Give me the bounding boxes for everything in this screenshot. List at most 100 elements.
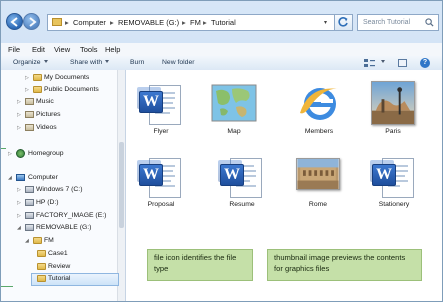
file-name: Proposal xyxy=(147,201,175,208)
file-tile[interactable]: Rome xyxy=(287,152,349,226)
back-arrow-icon xyxy=(10,17,18,27)
file-name: Members xyxy=(304,128,334,135)
pictures-library-icon xyxy=(25,111,34,118)
change-view-icon[interactable] xyxy=(364,59,375,67)
callout-leader-line xyxy=(1,148,6,149)
map-thumbnail xyxy=(210,79,258,127)
forward-arrow-icon xyxy=(29,17,37,27)
word-doc-icon: W xyxy=(137,152,185,200)
nav-item-label: Public Documents xyxy=(44,86,99,93)
new-folder-button[interactable]: New folder xyxy=(162,59,195,66)
drive-icon xyxy=(25,199,34,206)
file-tile[interactable]: W Resume xyxy=(211,152,273,226)
refresh-button[interactable] xyxy=(335,14,353,31)
expand-arrow-icon[interactable]: ▷ xyxy=(17,112,21,118)
forward-button[interactable] xyxy=(23,13,40,30)
file-tile[interactable]: W Stationery xyxy=(363,152,425,226)
menu-bar: File Edit View Tools Help xyxy=(1,43,442,57)
file-name: Map xyxy=(227,128,241,135)
file-tile[interactable]: Paris xyxy=(362,79,424,153)
file-list: W Flyer Map Members Paris W Proposal W R… xyxy=(126,70,442,301)
nav-item-label: Review xyxy=(48,263,71,270)
expand-arrow-icon[interactable]: ▷ xyxy=(17,213,21,219)
breadcrumb-separator: ▸ xyxy=(182,18,186,27)
folder-icon xyxy=(33,74,42,81)
file-tile[interactable]: Members xyxy=(288,79,350,153)
homegroup-icon xyxy=(16,149,25,158)
breadcrumb-tutorial[interactable]: Tutorial xyxy=(211,18,236,27)
command-bar: Organize Share with Burn New folder ? xyxy=(1,56,442,71)
callout-leader-line xyxy=(1,286,13,287)
nav-item-label: Pictures xyxy=(36,111,61,118)
scrollbar-thumb[interactable] xyxy=(119,142,124,228)
search-icon xyxy=(425,18,434,27)
ie-html-icon xyxy=(295,79,343,127)
expand-arrow-icon[interactable]: ▷ xyxy=(25,87,29,93)
menu-view[interactable]: View xyxy=(54,45,70,54)
file-tile[interactable]: W Proposal xyxy=(130,152,192,226)
organize-label: Organize xyxy=(13,59,41,66)
chevron-down-icon xyxy=(43,60,48,63)
view-options-dropdown[interactable] xyxy=(378,59,385,66)
share-with-button[interactable]: Share with xyxy=(70,59,110,66)
videos-library-icon xyxy=(25,124,34,131)
nav-item-tutorial[interactable]: Tutorial xyxy=(31,273,119,286)
back-button[interactable] xyxy=(6,13,23,30)
menu-help[interactable]: Help xyxy=(105,45,120,54)
help-icon[interactable]: ? xyxy=(420,58,430,68)
preview-pane-icon[interactable] xyxy=(398,59,407,67)
nav-item-label: HP (D:) xyxy=(36,199,59,206)
word-doc-icon: W xyxy=(137,79,185,127)
address-bar[interactable]: ▸ Computer ▸ REMOVABLE (G:) ▸ FM ▸ Tutor… xyxy=(47,14,335,31)
paris-photo-thumbnail xyxy=(369,79,417,127)
collapse-arrow-icon[interactable]: ◢ xyxy=(8,175,12,181)
word-doc-icon: W xyxy=(218,152,266,200)
nav-scrollbar[interactable] xyxy=(117,70,125,301)
expand-arrow-icon[interactable]: ▷ xyxy=(17,125,21,131)
file-tile[interactable]: Map xyxy=(203,79,265,153)
organize-button[interactable]: Organize xyxy=(13,59,48,66)
breadcrumb-separator: ▸ xyxy=(65,18,69,27)
nav-item-label: Music xyxy=(36,98,54,105)
collapse-arrow-icon[interactable]: ◢ xyxy=(17,225,21,231)
nav-item-label: Windows 7 (C:) xyxy=(36,186,83,193)
folder-icon xyxy=(37,275,46,282)
drive-icon xyxy=(25,212,34,219)
nav-item-label: My Documents xyxy=(44,74,90,81)
file-name: Paris xyxy=(385,128,401,135)
nav-item-label: Tutorial xyxy=(48,275,71,282)
expand-arrow-icon[interactable]: ▷ xyxy=(17,187,21,193)
search-input[interactable]: Search Tutorial xyxy=(357,14,439,31)
nav-item-label: Case1 xyxy=(48,250,68,257)
menu-tools[interactable]: Tools xyxy=(80,45,98,54)
nav-item-label: FACTORY_IMAGE (E:) xyxy=(36,212,107,219)
file-name: Stationery xyxy=(378,201,410,208)
breadcrumb-removable[interactable]: REMOVABLE (G:) xyxy=(118,18,179,27)
nav-item-label: Videos xyxy=(36,124,57,131)
usb-drive-icon xyxy=(25,224,34,231)
callout-file-icon: file icon identifies the file type xyxy=(147,249,253,281)
address-bar-row: ▸ Computer ▸ REMOVABLE (G:) ▸ FM ▸ Tutor… xyxy=(1,1,442,43)
expand-arrow-icon[interactable]: ▷ xyxy=(8,151,12,157)
expand-arrow-icon[interactable]: ▷ xyxy=(25,75,29,81)
drive-icon xyxy=(25,186,34,193)
breadcrumb-computer[interactable]: Computer xyxy=(73,18,106,27)
menu-file[interactable]: File xyxy=(8,45,20,54)
expand-arrow-icon[interactable]: ▷ xyxy=(17,99,21,105)
menu-edit[interactable]: Edit xyxy=(32,45,45,54)
breadcrumb-separator: ▸ xyxy=(203,18,207,27)
chevron-down-icon xyxy=(381,60,385,63)
breadcrumb-separator: ▸ xyxy=(110,18,114,27)
expand-arrow-icon[interactable]: ▷ xyxy=(17,200,21,206)
nav-item-label: FM xyxy=(44,237,54,244)
file-tile[interactable]: W Flyer xyxy=(130,79,192,153)
breadcrumb-fm[interactable]: FM xyxy=(190,18,201,27)
nav-item-label: REMOVABLE (G:) xyxy=(36,224,92,231)
collapse-arrow-icon[interactable]: ◢ xyxy=(25,238,29,244)
folder-icon xyxy=(33,237,42,244)
history-dropdown-icon[interactable]: ▾ xyxy=(324,19,327,26)
share-with-label: Share with xyxy=(70,59,103,66)
burn-button[interactable]: Burn xyxy=(130,59,144,66)
file-name: Flyer xyxy=(153,128,169,135)
refresh-icon xyxy=(338,17,348,27)
